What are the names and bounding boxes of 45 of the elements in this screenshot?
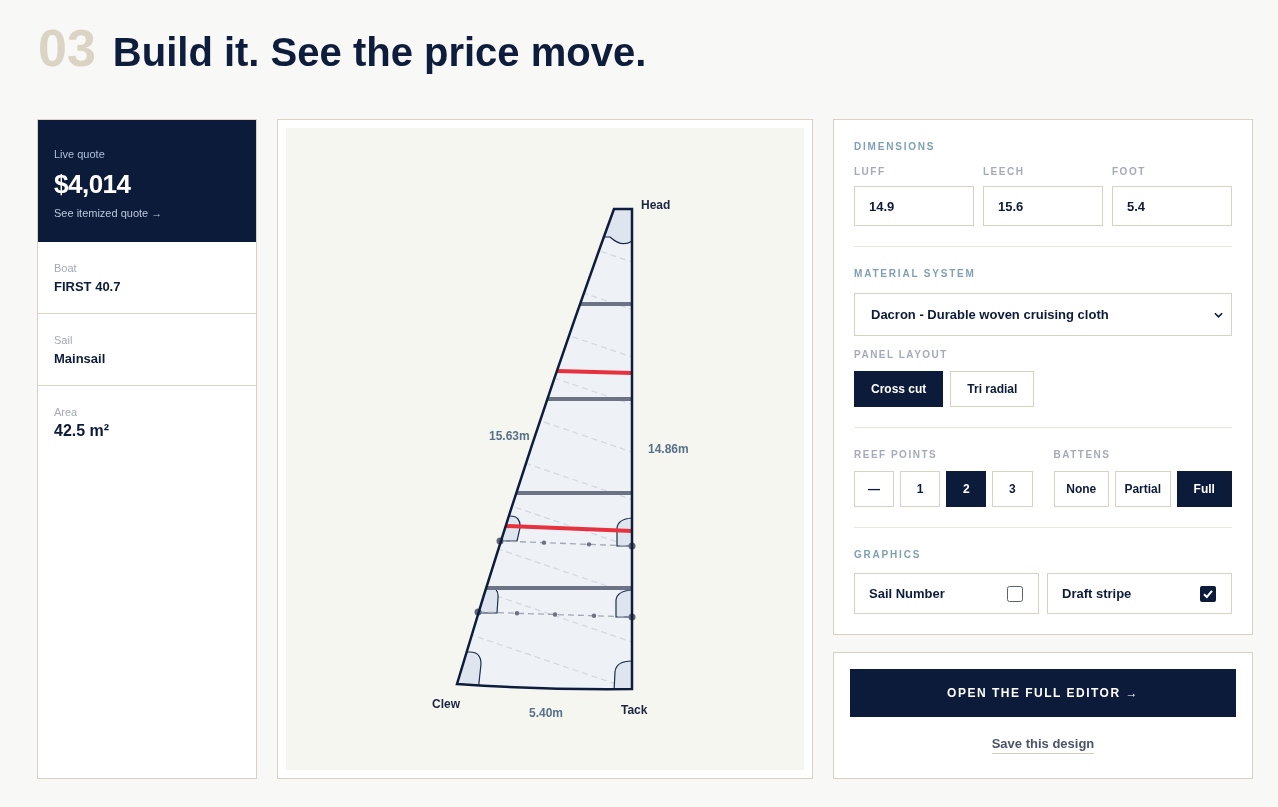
layout-option[interactable]: Cross cut: [854, 371, 944, 407]
checkbox[interactable]: [1007, 585, 1023, 602]
spec-label: Sail: [54, 333, 74, 347]
page-title: Build it. See the price move.: [112, 29, 647, 76]
reef-option[interactable]: 1: [900, 471, 941, 507]
layout-option[interactable]: Tri radial: [950, 371, 1035, 407]
spec-value: Mainsail: [54, 350, 107, 368]
section-label: BATTENS: [1053, 448, 1112, 462]
reef-option[interactable]: —: [854, 471, 895, 507]
section-label: GRAPHICS: [854, 548, 923, 562]
section-label: MATERIAL SYSTEM: [854, 267, 977, 281]
field-label: LEECH: [983, 165, 1026, 179]
field-label: LUFF: [854, 165, 887, 179]
reef-option[interactable]: 3: [992, 471, 1033, 507]
spec-label: Boat: [54, 261, 78, 275]
spec-value: FIRST 40.7: [54, 278, 122, 296]
chevron-down-icon: [1214, 311, 1223, 318]
section-label: PANEL LAYOUT: [854, 348, 949, 362]
batten-option[interactable]: Partial: [1115, 471, 1171, 507]
open-editor-button[interactable]: OPEN THE FULL EDITOR →: [850, 669, 1236, 717]
reef-option[interactable]: 2: [946, 471, 987, 507]
length-label: 15.63m: [489, 429, 530, 443]
field-label: FOOT: [1112, 165, 1147, 179]
corner-label: Head: [641, 198, 671, 212]
checkbox[interactable]: [1200, 585, 1216, 602]
corner-label: Clew: [432, 697, 460, 711]
material-select[interactable]: Dacron - Durable woven cruising cloth: [854, 293, 1232, 336]
save-design-link[interactable]: Save this design: [991, 736, 1095, 754]
graphic-option[interactable]: Sail Number: [854, 573, 1039, 614]
section-label: REEF POINTS: [854, 448, 939, 462]
corner-label: Tack: [621, 703, 648, 717]
input-field[interactable]: 15.6: [983, 186, 1103, 226]
spec-value: 42.5 m²: [54, 422, 111, 440]
itemized-quote-link[interactable]: See itemized quote →: [54, 206, 163, 220]
quote-price: $4,014: [54, 169, 132, 199]
batten-option[interactable]: Full: [1176, 471, 1232, 507]
input-field[interactable]: 5.4: [1112, 186, 1232, 226]
section-label: DIMENSIONS: [854, 140, 937, 154]
graphic-option[interactable]: Draft stripe: [1047, 573, 1232, 614]
input-field[interactable]: 14.9: [854, 186, 974, 226]
quote-label: Live quote: [54, 147, 106, 161]
spec-label: Area: [54, 405, 79, 419]
batten-option[interactable]: None: [1053, 471, 1109, 507]
length-label: 14.86m: [648, 442, 689, 456]
length-label: 5.40m: [529, 706, 564, 720]
